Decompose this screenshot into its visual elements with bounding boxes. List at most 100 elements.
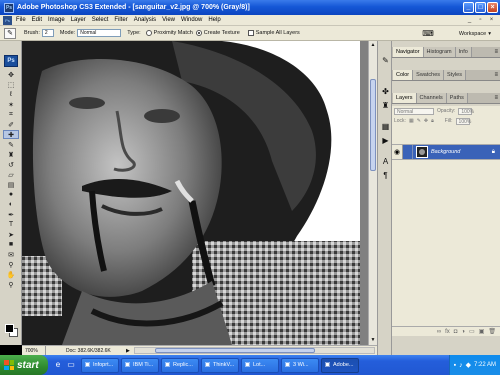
toggle-brushes-button[interactable]: ⌨ [422,28,434,38]
new-layer-icon[interactable]: ▣ [479,328,485,335]
taskbar-item-lotus[interactable]: ▣ Lot... [241,357,279,373]
maximize-button[interactable]: □ [475,2,486,13]
start-button[interactable]: start [0,355,48,375]
panel-menu-icon[interactable]: ≡ [494,93,498,104]
panel-menu-icon[interactable]: ≡ [494,47,498,58]
opacity-input[interactable]: 100% [458,107,474,115]
gradient-tool-icon[interactable]: ▤ [3,180,19,189]
document-canvas[interactable] [22,41,368,345]
hand-tool-icon[interactable]: ✋ [3,270,19,279]
history-brush-icon[interactable]: ↺ [3,160,19,169]
tool-presets-icon[interactable]: ✎ [380,55,391,66]
dodge-tool-icon[interactable]: ◐ [3,200,19,209]
doc-minimize-button[interactable]: _ [465,16,474,24]
security-icon[interactable]: ◆ [466,361,471,369]
actions-icon[interactable]: ▶ [380,135,391,146]
tab-histogram[interactable]: Histogram [423,47,456,57]
doc-close-button[interactable]: × [487,16,496,24]
blend-mode-select[interactable]: Normal [394,107,434,115]
foreground-color-swatch[interactable] [5,324,14,333]
menu-filter[interactable]: Filter [114,17,127,23]
move-tool-icon[interactable]: ✥ [3,70,19,79]
create-texture-radio[interactable] [195,30,202,36]
horizontal-scrollbar[interactable] [133,347,375,354]
menu-image[interactable]: Image [48,17,65,23]
tab-info[interactable]: Info [455,47,472,57]
menu-window[interactable]: Window [181,17,202,23]
type-tool-icon[interactable]: T [3,220,19,229]
status-menu-icon[interactable]: ▶ [126,348,130,354]
brush-size-picker[interactable]: 2 [41,29,54,37]
sample-all-layers-checkbox[interactable] [247,30,254,36]
trash-icon[interactable]: 🗑︎ [488,328,496,335]
menu-select[interactable]: Select [92,17,109,23]
tab-channels[interactable]: Channels [416,93,447,103]
scroll-up-icon[interactable]: ▲ [370,42,376,49]
menu-edit[interactable]: Edit [32,17,42,23]
tab-navigator[interactable]: Navigator [393,47,424,57]
tab-paths[interactable]: Paths [446,93,468,103]
scroll-down-icon[interactable]: ▼ [370,337,376,344]
tab-layers[interactable]: Layers [393,93,417,103]
magic-wand-icon[interactable]: ✶ [3,100,19,109]
layer-mask-icon[interactable]: ◘ [454,329,458,335]
tab-color[interactable]: Color [393,70,414,80]
minimize-button[interactable]: _ [463,2,474,13]
taskbar-item-replic[interactable]: ▣ Replic... [161,357,199,373]
vertical-scroll-thumb[interactable] [370,79,376,171]
clock[interactable]: 7:22 AM [474,362,496,368]
volume-icon[interactable]: ♪ [459,362,463,369]
tab-swatches[interactable]: Swatches [413,70,445,80]
menu-view[interactable]: View [162,17,175,23]
history-icon[interactable]: ▦ [380,121,391,132]
tab-styles[interactable]: Styles [444,70,466,80]
proximity-match-radio[interactable] [145,30,152,36]
lasso-tool-icon[interactable]: ℓ [3,90,19,99]
taskbar-item-ibm[interactable]: ▣ IBM Ti... [121,357,159,373]
close-button[interactable]: × [487,2,498,13]
layer-row-background[interactable]: ◉ Background 🔒︎ [392,144,500,160]
desktop-icon[interactable]: ▭ [66,360,76,370]
taskbar-item-adobe[interactable]: ▣ Adobe... [321,357,359,373]
lock-pixels-icon[interactable]: ✎ [417,118,421,124]
eyedropper-icon[interactable]: ✐ [3,120,19,129]
horizontal-scroll-thumb[interactable] [154,348,315,353]
workspace-button[interactable]: Workspace ▾ [456,29,494,38]
brushes-panel-icon[interactable]: ✤ [380,86,391,97]
taskbar-item-infoprint[interactable]: ▣ Infoprt... [81,357,119,373]
zoom-level[interactable]: 700% [22,346,46,355]
ie-icon[interactable]: e [53,360,63,370]
fill-input[interactable]: 100% [455,117,471,125]
paragraph-icon[interactable]: ¶ [380,170,391,181]
spot-healing-brush-icon[interactable]: ✚ [3,130,19,139]
network-icon[interactable]: ▪ [454,362,456,369]
eye-icon[interactable]: ◉ [392,145,403,159]
link-layers-icon[interactable]: ∞ [437,329,441,335]
lock-position-icon[interactable]: ✥ [424,118,428,124]
layer-style-icon[interactable]: fx [445,329,450,335]
taskbar-item-thinkvantage[interactable]: ▣ ThinkV... [201,357,239,373]
character-icon[interactable]: A [380,156,391,167]
clone-source-icon[interactable]: ♜ [380,100,391,111]
menu-analysis[interactable]: Analysis [134,17,156,23]
taskbar-item-windows[interactable]: ▣ 3 Wi... [281,357,319,373]
zoom-tool-icon[interactable]: ⚲ [3,280,19,289]
menu-file[interactable]: File [16,17,26,23]
pen-tool-icon[interactable]: ✒ [3,210,19,219]
crop-tool-icon[interactable]: ⌗ [3,110,19,119]
rectangle-tool-icon[interactable]: ■ [3,240,19,249]
notes-tool-icon[interactable]: ✉ [3,250,19,259]
eraser-icon[interactable]: ▱ [3,170,19,179]
layer-link-cell[interactable] [403,145,413,159]
brush-tool-icon[interactable]: ✎ [3,140,19,149]
adjustment-layer-icon[interactable]: ◑ [461,329,465,335]
marquee-tool-icon[interactable]: ⬚ [3,80,19,89]
eyedropper-2-icon[interactable]: ⚲ [3,260,19,269]
document-icon[interactable]: Ps [3,15,12,25]
tool-preset-picker[interactable]: ✎ [4,27,16,39]
blur-tool-icon[interactable]: ● [3,190,19,199]
new-group-icon[interactable]: ▭ [469,328,475,335]
mode-select[interactable]: Normal [77,29,122,37]
menu-help[interactable]: Help [208,17,220,23]
photoshop-badge[interactable]: Ps [4,55,18,67]
